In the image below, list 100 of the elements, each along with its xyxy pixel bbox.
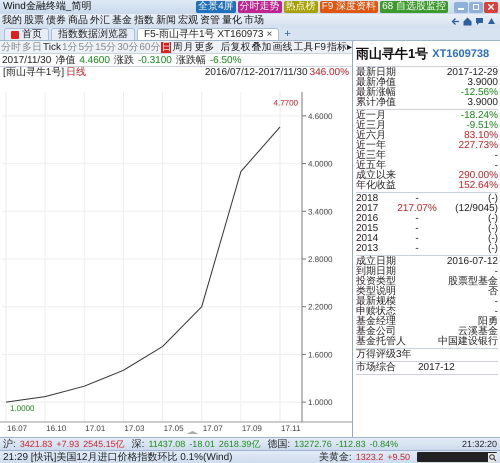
quick-launch-button[interactable]: 全景4屏: [196, 1, 236, 13]
quick-launch-button[interactable]: 分时走势: [238, 1, 282, 13]
back-arrow-icon[interactable]: [451, 16, 460, 26]
field-label: 最新净值: [356, 78, 396, 88]
search-field[interactable]: [417, 452, 497, 462]
menu-item[interactable]: 外汇: [90, 15, 110, 27]
year-label: 2014: [356, 234, 380, 244]
market-label: 德国:: [267, 438, 290, 450]
year-rank: (12/9045): [454, 204, 498, 214]
x-axis-label: 17.09: [242, 424, 262, 433]
year-return: -: [415, 214, 419, 224]
tool-button[interactable]: F9: [314, 42, 326, 52]
menu-item[interactable]: 股票: [24, 15, 44, 27]
menu-item[interactable]: 市场: [244, 15, 264, 27]
menu-item[interactable]: 新闻: [156, 15, 176, 27]
market-value: 2618.39亿: [218, 438, 260, 450]
market-value: +9.50: [387, 452, 410, 462]
maximize-icon: [473, 4, 479, 10]
close-button[interactable]: [484, 2, 498, 12]
field-label: 最新规模: [356, 297, 396, 307]
field-value: 中国建设银行: [438, 337, 498, 347]
close-icon: [488, 4, 494, 10]
y-axis-label: 1.0000: [308, 398, 332, 408]
year-rank: (-): [487, 224, 498, 234]
field-value: -: [494, 161, 498, 171]
y-axis-label: 2.2000: [308, 302, 332, 312]
fund-code: XT1609738: [432, 48, 490, 60]
tool-button[interactable]: 叠加: [251, 42, 272, 52]
menu-item[interactable]: 量化: [222, 15, 242, 27]
tool-button[interactable]: 工具: [293, 42, 314, 52]
quick-launch-button[interactable]: 68 自选股监控: [380, 1, 448, 13]
field-label: 近六月: [356, 131, 386, 141]
period-button[interactable]: 月: [183, 42, 194, 52]
field-label: 基金经理: [356, 317, 396, 327]
clock-time: 21:32:20: [462, 438, 497, 450]
chart-title: [雨山寻牛1号]: [3, 67, 64, 78]
market-value: 3421.83: [20, 438, 52, 450]
menu-item[interactable]: 我的: [2, 15, 22, 27]
quote-label: 净值: [55, 54, 76, 66]
x-axis-label: 17.05: [164, 424, 184, 433]
field-value: 83.10%: [464, 131, 498, 141]
menu-item[interactable]: 指数: [134, 15, 154, 27]
quote-value: 4.4600: [79, 54, 110, 66]
market-value: 11437.08: [148, 438, 186, 450]
max-value-label: 4.7700: [274, 98, 298, 108]
new-tab-button[interactable]: +: [281, 29, 294, 40]
window-title: Wind金融终端_简明: [3, 1, 92, 13]
market-label: 沪:: [3, 438, 16, 450]
field-value: 152.64%: [458, 181, 498, 191]
period-button[interactable]: 周: [172, 42, 182, 52]
field-label: 成立日期: [356, 257, 396, 267]
x-axis-label: 17.01: [85, 424, 106, 433]
quick-launch-button[interactable]: F9 深度资料: [320, 1, 378, 13]
field-value: 股票型基金: [448, 277, 498, 287]
field-value: 3.9000: [467, 98, 498, 108]
field-label: 基金公司: [356, 327, 396, 337]
market-value: -18.01: [189, 438, 215, 450]
field-label: 近三年: [356, 151, 386, 161]
close-tab-button[interactable]: ×: [266, 30, 272, 40]
field-value: 2017-12-29: [446, 68, 498, 78]
menu-item[interactable]: 资管: [200, 15, 220, 27]
field-value: -18.24%: [460, 111, 498, 121]
year-return: -: [415, 224, 419, 234]
tab[interactable]: 首页: [4, 28, 49, 40]
year-label: 2017: [356, 204, 380, 214]
year-return: -: [415, 234, 419, 244]
chat-icon[interactable]: [475, 16, 484, 26]
year-label: 2015: [356, 224, 380, 234]
rating-label: 万得评级3年: [356, 350, 413, 360]
tab[interactable]: F5-雨山寻牛1号 XT160973 ×: [137, 28, 280, 40]
collapse-handle-icon[interactable]: [186, 431, 199, 434]
field-value: 290.00%: [458, 171, 498, 181]
tool-button[interactable]: 指标▸: [326, 42, 352, 52]
y-axis-label: 3.4000: [308, 207, 332, 216]
market-value: 1323.2: [356, 452, 384, 462]
year-rank: (-): [487, 234, 498, 244]
field-value: 3.9000: [467, 78, 498, 88]
market-value: -112.83: [336, 438, 366, 450]
period-button[interactable]: 日: [161, 42, 172, 52]
period-button[interactable]: 更多: [194, 42, 214, 52]
field-label: 累计净值: [356, 98, 396, 108]
menu-item[interactable]: 商品: [68, 15, 88, 27]
up-arrow-icon[interactable]: [487, 16, 496, 26]
field-value: 227.73%: [458, 141, 498, 151]
rating-value: 2017-12: [418, 363, 456, 373]
field-label: 申赎状态: [356, 307, 396, 317]
menu-item[interactable]: 债券: [46, 15, 66, 27]
field-value: -12.56%: [460, 88, 498, 98]
menu-item[interactable]: 宏观: [178, 15, 198, 27]
field-label: 近一月: [356, 111, 386, 121]
period-button[interactable]: Tick: [43, 42, 61, 52]
tab[interactable]: 指数数据浏览器: [51, 28, 135, 40]
x-axis-label: 16.07: [7, 424, 28, 433]
year-return: -: [415, 194, 419, 204]
x-axis-label: 17.03: [124, 424, 144, 433]
tool-button[interactable]: 后复权: [220, 42, 250, 52]
y-axis-label: 2.8000: [308, 255, 332, 264]
menu-item[interactable]: 基金: [112, 15, 132, 27]
min-value-label: 1.0000: [10, 404, 34, 414]
tool-button[interactable]: 画线: [272, 42, 292, 52]
